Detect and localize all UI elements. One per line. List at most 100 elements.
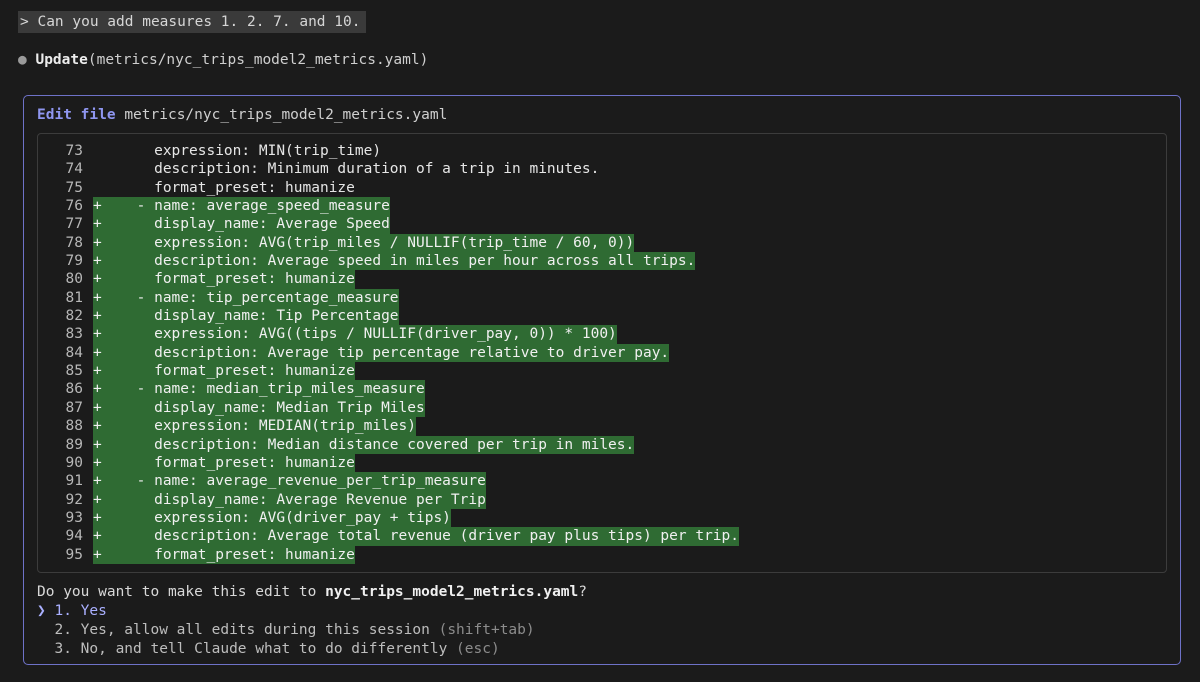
line-code: expression: MIN(trip_time) [93, 142, 381, 160]
tool-args: (metrics/nyc_trips_model2_metrics.yaml) [87, 52, 429, 68]
code-text: display_name: Average Speed [101, 216, 390, 233]
diff-line-added: 93 + expression: AVG(driver_pay + tips) [38, 508, 1166, 528]
diff-line-added: 87 + display_name: Median Trip Miles [38, 398, 1166, 418]
diff-view: 73 expression: MIN(trip_time) 74 descript… [37, 133, 1167, 573]
code-text: description: Minimum duration of a trip … [101, 161, 600, 178]
code-text: format_preset: humanize [101, 271, 355, 288]
line-number: 83 [65, 326, 83, 343]
option-no-tell-claude[interactable]: 3. No, and tell Claude what to do differ… [37, 640, 535, 659]
line-code: + description: Average tip percentage re… [93, 343, 670, 363]
line-code: + description: Median distance covered p… [93, 435, 635, 454]
line-code: description: Minimum duration of a trip … [93, 160, 599, 178]
option-caret-space [37, 641, 46, 657]
line-code: + display_name: Average Speed [93, 215, 390, 234]
diff-line-added: 85 + format_preset: humanize [38, 362, 1166, 381]
line-number: 81 [65, 289, 83, 306]
question-prefix: Do you want to make this edit to [37, 584, 326, 600]
option-yes[interactable]: ❯ 1. Yes [37, 602, 535, 621]
diff-line-added: 94 + description: Average total revenue (… [38, 527, 1166, 546]
line-number: 73 [65, 143, 83, 159]
line-number: 95 [65, 546, 83, 563]
diff-line-added: 77 + display_name: Average Speed [38, 215, 1166, 234]
line-code: + - name: tip_percentage_measure [93, 288, 399, 308]
diff-line-added: 81 + - name: tip_percentage_measure [38, 288, 1166, 308]
diff-marker: + [93, 253, 102, 270]
diff-line-context: 73 expression: MIN(trip_time) [38, 142, 1166, 160]
line-code: + format_preset: humanize [93, 545, 355, 564]
diff-marker: + [93, 436, 102, 453]
code-text: - name: median_trip_miles_measure [101, 381, 425, 398]
edit-file-panel: Edit file metrics/nyc_trips_model2_metri… [23, 95, 1181, 665]
question-suffix: ? [578, 584, 587, 600]
line-code: + expression: AVG((tips / NULLIF(driver_… [93, 325, 617, 344]
user-prompt: > Can you add measures 1. 2. 7. and 10. [18, 11, 367, 33]
diff-marker: + [93, 473, 102, 490]
diff-marker: + [93, 271, 102, 288]
line-number: 86 [65, 381, 83, 398]
diff-line-added: 79 + description: Average speed in miles … [38, 252, 1166, 271]
diff-line-added: 76 + - name: average_speed_measure [38, 197, 1166, 216]
edit-file-label: Edit file [37, 107, 116, 123]
code-text: description: Average speed in miles per … [101, 253, 696, 270]
option-hint: (shift+tab) [438, 622, 535, 638]
diff-marker: + [93, 399, 102, 416]
diff-line-added: 90 + format_preset: humanize [38, 453, 1166, 473]
diff-line-added: 92 + display_name: Average Revenue per Tr… [38, 490, 1166, 509]
line-number: 77 [65, 216, 83, 233]
option-label: 1. Yes [54, 603, 107, 619]
code-text: format_preset: humanize [101, 363, 355, 380]
line-code: + - name: average_revenue_per_trip_measu… [93, 472, 486, 491]
code-text: description: Average total revenue (driv… [101, 528, 739, 545]
edit-file-path: metrics/nyc_trips_model2_metrics.yaml [124, 107, 448, 123]
line-code: + - name: average_speed_measure [93, 197, 390, 216]
line-number: 93 [65, 509, 83, 526]
code-text: - name: tip_percentage_measure [101, 289, 399, 306]
line-number: 80 [65, 271, 83, 288]
code-text: display_name: Average Revenue per Trip [101, 491, 486, 508]
code-text: - name: average_speed_measure [101, 198, 390, 215]
diff-lines: 73 expression: MIN(trip_time) 74 descript… [38, 142, 1166, 564]
code-text: format_preset: humanize [101, 179, 355, 196]
line-number: 78 [65, 234, 83, 251]
line-code: + expression: AVG(driver_pay + tips) [93, 508, 451, 528]
line-number: 90 [65, 454, 83, 471]
line-code: + format_preset: humanize [93, 270, 355, 289]
diff-line-added: 82 + display_name: Tip Percentage [38, 307, 1166, 326]
diff-line-added: 84 + description: Average tip percentage … [38, 343, 1166, 363]
line-code: + description: Average speed in miles pe… [93, 252, 696, 271]
diff-line-added: 78 + expression: AVG(trip_miles / NULLIF(… [38, 233, 1166, 253]
line-code: + format_preset: humanize [93, 362, 355, 381]
code-text: expression: AVG((tips / NULLIF(driver_pa… [101, 326, 617, 343]
line-number: 84 [65, 344, 83, 361]
diff-line-added: 95 + format_preset: humanize [38, 545, 1166, 564]
line-number: 88 [65, 418, 83, 435]
line-number: 74 [65, 161, 83, 178]
diff-line-added: 89 + description: Median distance covered… [38, 435, 1166, 454]
diff-line-context: 75 format_preset: humanize [38, 179, 1166, 197]
diff-marker: + [93, 308, 102, 325]
option-allow-all[interactable]: 2. Yes, allow all edits during this sess… [37, 621, 535, 640]
diff-marker: + [93, 381, 102, 398]
diff-line-context: 74 description: Minimum duration of a tr… [38, 160, 1166, 178]
line-number: 76 [65, 198, 83, 215]
line-number: 79 [65, 253, 83, 270]
edit-file-header: Edit file metrics/nyc_trips_model2_metri… [37, 105, 447, 125]
code-text: description: Average tip percentage rela… [101, 344, 670, 361]
code-text: display_name: Median Trip Miles [101, 399, 425, 416]
option-hint: (esc) [456, 641, 500, 657]
diff-line-added: 80 + format_preset: humanize [38, 270, 1166, 289]
line-number: 89 [65, 436, 83, 453]
question-filename: nyc_trips_model2_metrics.yaml [325, 584, 579, 600]
line-code: + display_name: Tip Percentage [93, 307, 399, 326]
diff-marker: + [93, 326, 102, 343]
line-code: + display_name: Average Revenue per Trip [93, 490, 486, 509]
option-label: 2. Yes, allow all edits during this sess… [54, 622, 430, 638]
confirm-question: Do you want to make this edit to nyc_tri… [37, 583, 587, 602]
diff-line-added: 88 + expression: MEDIAN(trip_miles) [38, 417, 1166, 436]
line-number: 82 [65, 308, 83, 325]
diff-marker: + [93, 234, 102, 251]
line-code: + - name: median_trip_miles_measure [93, 380, 425, 399]
diff-marker: + [93, 418, 102, 435]
diff-marker: + [93, 528, 102, 545]
code-text: format_preset: humanize [101, 546, 355, 563]
